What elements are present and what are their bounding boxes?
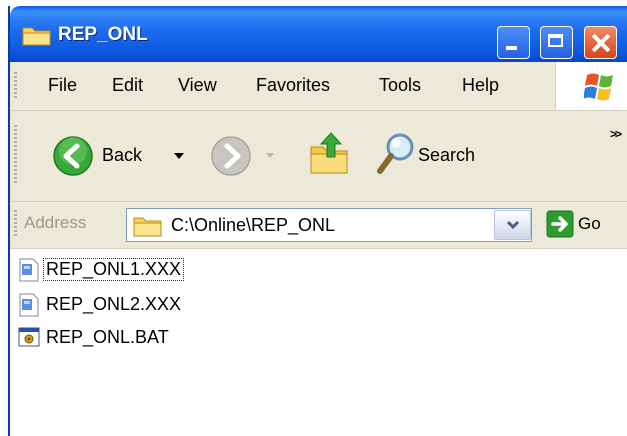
forward-arrow-icon — [211, 136, 251, 176]
folder-up-icon — [310, 132, 348, 174]
windows-flag-icon — [584, 73, 613, 101]
batch-file-icon — [18, 326, 40, 353]
close-button[interactable] — [584, 26, 617, 59]
menu-help[interactable]: Help — [462, 75, 499, 96]
address-field[interactable]: C:\Online\REP_ONL — [126, 208, 532, 242]
file-name[interactable]: REP_ONL1.XXX — [42, 258, 185, 281]
minimize-button[interactable] — [497, 26, 530, 59]
forward-button[interactable] — [210, 135, 252, 182]
standard-toolbar: Back Search >> — [10, 111, 627, 202]
address-bar: Address C:\Online\REP_ONL Go — [10, 202, 627, 249]
menu-edit[interactable]: Edit — [112, 75, 143, 96]
menu-view[interactable]: View — [178, 75, 217, 96]
address-bar-grip[interactable] — [14, 210, 17, 238]
chevron-down-icon — [506, 220, 520, 230]
document-icon — [18, 258, 40, 287]
file-name[interactable]: REP_ONL2.XXX — [44, 294, 183, 315]
maximize-button[interactable] — [540, 26, 573, 59]
go-label[interactable]: Go — [578, 214, 601, 234]
toolbar-grip[interactable] — [14, 125, 17, 185]
folder-icon — [133, 215, 163, 242]
file-list: REP_ONL1.XXX REP_ONL2.XXX REP_ONL.BAT — [10, 250, 627, 436]
back-arrow-icon — [53, 136, 93, 176]
menu-tools[interactable]: Tools — [379, 75, 421, 96]
windows-logo — [555, 62, 627, 110]
search-button[interactable] — [376, 131, 416, 182]
forward-dropdown-icon[interactable] — [266, 153, 274, 158]
go-arrow-icon — [546, 210, 574, 238]
folder-icon — [22, 24, 52, 51]
menu-favorites[interactable]: Favorites — [256, 75, 330, 96]
title-bar[interactable]: REP_ONL — [10, 6, 627, 62]
toolbar-overflow-chevron[interactable]: >> — [610, 127, 622, 141]
address-label: Address — [24, 213, 87, 232]
folder-up-button[interactable] — [307, 127, 351, 182]
back-dropdown-icon[interactable] — [174, 153, 184, 159]
back-label[interactable]: Back — [102, 145, 142, 166]
search-label[interactable]: Search — [418, 145, 475, 166]
search-magnifier-icon — [377, 133, 414, 174]
document-icon — [18, 293, 40, 322]
explorer-window: REP_ONL File Edit View Favorites Tools H… — [8, 6, 627, 436]
menu-file[interactable]: File — [48, 75, 77, 96]
menu-bar: File Edit View Favorites Tools Help — [10, 62, 627, 111]
address-dropdown-button[interactable] — [494, 210, 531, 240]
go-button[interactable] — [546, 210, 574, 243]
address-path[interactable]: C:\Online\REP_ONL — [171, 215, 335, 236]
file-name[interactable]: REP_ONL.BAT — [44, 327, 171, 348]
window-title: REP_ONL — [58, 24, 148, 45]
back-button[interactable] — [52, 135, 94, 182]
menu-bar-grip[interactable] — [14, 72, 17, 100]
